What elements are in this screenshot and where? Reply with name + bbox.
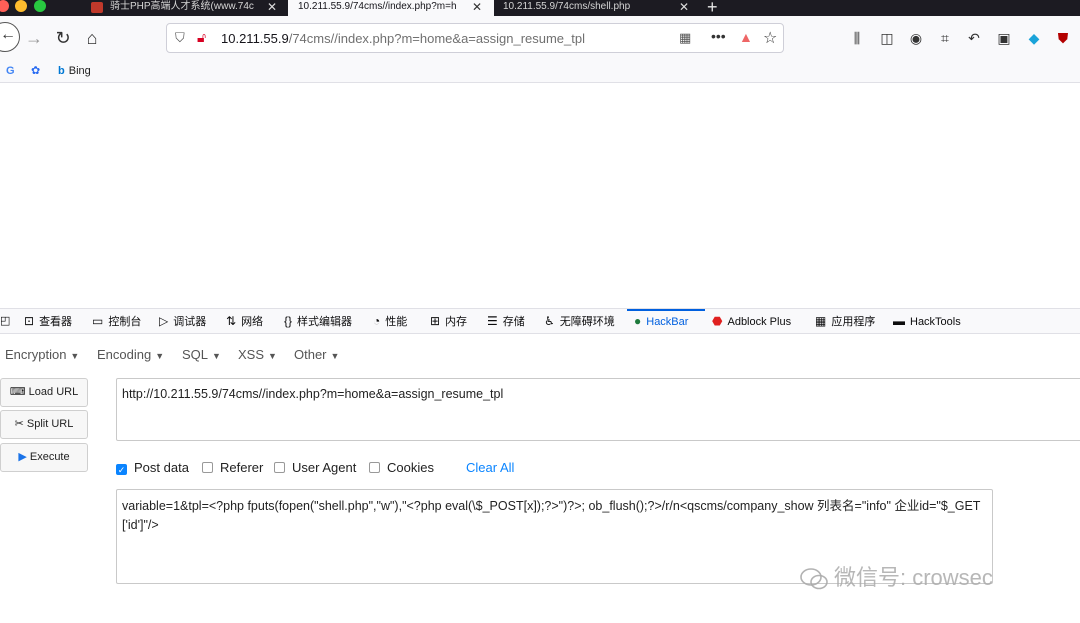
ublock-icon[interactable]: ⛊ [1054,29,1072,47]
bookmark-bing[interactable]: b Bing [58,64,91,79]
network-icon: ⇅ [226,314,237,328]
extension-cube-icon[interactable]: ◆ [1025,29,1043,47]
referer-checkbox[interactable]: Referer [202,460,263,476]
bookmarks-toolbar: G ✿ b Bing [0,61,1080,83]
devtools-tabbar: ◰ ⊡ 查看器 ▭ 控制台 ▷ 调试器 ⇅ 网络 {} 样式编辑器 ◔ 性能 ⊞ 内存 ☰ 存储… [0,308,1080,334]
bing-icon: b [58,65,65,77]
debugger-icon: ▷ [159,314,169,328]
insecure-lock-icon[interactable]: 🔓︎ [197,29,206,46]
undo-icon[interactable]: ↶ [965,29,983,47]
accessibility-icon: ♿︎ [544,314,555,328]
tab-2[interactable]: 10.211.55.9/74cms/shell.php [503,0,673,16]
watermark-text: 微信号: crowsec [834,565,993,590]
arrow-left-icon: ← [0,26,16,43]
google-icon[interactable]: G [6,64,15,79]
wechat-icon [800,568,828,590]
hackbar-menu: Encryption ▼ Encoding ▼ SQL ▼ XSS ▼ Other ▼ [0,343,1080,367]
play-icon: ▶ [18,451,27,463]
hackbar-url-input[interactable]: http://10.211.55.9/74cms//index.php?m=ho… [116,378,1080,441]
library-icon[interactable]: ⫼ [848,29,866,47]
devtab-application[interactable]: ▦ 应用程序 [815,314,875,330]
maximize-window-button[interactable] [34,0,46,12]
caret-down-icon: ▼ [155,351,165,361]
tab-strip: 骑士PHP高端人才系统(www.74c ✕ 10.211.55.9/74cms/… [0,0,1080,16]
devtab-hackbar[interactable]: ● HackBar [634,314,688,330]
devtab-inspector[interactable]: ⊡ 查看器 [24,314,72,330]
sidebar-icon[interactable]: ◫ [878,29,896,47]
post-data-checkbox[interactable]: ✓ Post data [116,460,189,476]
minimize-window-button[interactable] [15,0,27,12]
devtab-console[interactable]: ▭ 控制台 [92,314,141,330]
tab-1-close-icon[interactable]: ✕ [472,0,482,14]
scissors-icon: ✂ [14,418,24,430]
load-url-button[interactable]: ⌨ Load URL [0,378,88,407]
caret-down-icon: ▼ [70,351,80,361]
devtab-adblock[interactable]: ⬣ Adblock Plus [712,314,791,330]
address-path: /74cms//index.php?m=home&a=assign_resume… [288,31,586,46]
screenshot-icon[interactable]: ⌗ [936,29,954,47]
caret-down-icon: ▼ [212,351,221,361]
application-icon: ▦ [815,314,827,328]
devtab-network[interactable]: ⇅ 网络 [226,314,263,330]
hacktools-icon: ▬ [893,314,905,328]
caret-down-icon: ▼ [330,351,340,361]
devtab-accessibility[interactable]: ♿︎ 无障碍环境 [544,314,615,330]
menu-sql[interactable]: SQL ▼ [182,347,221,362]
hackbar-icon: ● [634,314,642,328]
tab-0[interactable]: 骑士PHP高端人才系统(www.74c [110,0,260,16]
checkmark-icon: ✓ [116,464,127,475]
execute-button[interactable]: ▶ Execute [0,443,88,472]
home-icon[interactable]: ⌂ [80,24,104,52]
devtab-debugger[interactable]: ▷ 调试器 [159,314,206,330]
forward-icon[interactable]: → [22,24,46,52]
devtab-memory[interactable]: ⊞ 内存 [430,314,467,330]
cookies-checkbox[interactable]: Cookies [369,460,434,476]
address-bar[interactable]: ⛉ 🔓︎ 10.211.55.9/74cms//index.php?m=home… [166,23,784,53]
baidu-icon[interactable]: ✿ [31,64,40,79]
caret-down-icon: ▼ [268,351,277,361]
devtab-storage[interactable]: ☰ 存储 [487,314,525,330]
reload-icon[interactable]: ↻ [51,24,75,52]
load-url-icon: ⌨ [9,386,26,398]
tab-2-close-icon[interactable]: ✕ [679,0,689,14]
menu-encryption[interactable]: Encryption ▼ [5,347,79,362]
menu-encoding[interactable]: Encoding ▼ [97,347,164,362]
navigation-bar: ← → ↻ ⌂ ⛉ 🔓︎ 10.211.55.9/74cms//index.ph… [0,16,1080,61]
tab-1-title: 10.211.55.9/74cms//index.php?m=h [298,1,457,12]
devtab-hacktools[interactable]: ▬ HackTools [893,314,961,330]
adblock-icon: ⬣ [712,314,723,328]
account-icon[interactable]: ◉ [907,29,925,47]
storage-icon: ☰ [487,314,498,328]
new-tab-icon[interactable]: + [707,0,718,16]
watermark: 微信号: crowsec [800,560,993,594]
tab-0-close-icon[interactable]: ✕ [267,0,277,14]
inspector-icon: ⊡ [24,314,35,328]
split-url-button[interactable]: ✂ Split URL [0,410,88,439]
devtab-style-editor[interactable]: {} 样式编辑器 [284,314,352,330]
pick-element-icon[interactable]: ◰ [0,314,10,329]
qr-code-icon[interactable]: ▦ [679,30,691,46]
memory-icon: ⊞ [430,314,441,328]
active-tab-indicator [627,309,705,311]
bookmark-star-icon[interactable]: ☆ [763,28,777,48]
clear-all-link[interactable]: Clear All [466,460,514,476]
close-window-button[interactable] [0,0,9,12]
extension-icon[interactable]: ▲ [739,29,753,45]
tab-1[interactable]: 10.211.55.9/74cms//index.php?m=h [288,0,494,16]
back-button[interactable]: ← [0,22,20,52]
performance-icon: ◔ [373,314,381,328]
shield-icon[interactable]: ⛉ [175,30,185,46]
console-icon: ▭ [92,314,104,328]
address-host: 10.211.55.9 [221,31,289,46]
style-editor-icon: {} [284,314,293,328]
address-text[interactable]: 10.211.55.9/74cms//index.php?m=home&a=as… [221,31,585,46]
menu-other[interactable]: Other ▼ [294,347,339,362]
page-actions-icon[interactable]: ••• [711,28,726,44]
user-agent-checkbox[interactable]: User Agent [274,460,356,476]
reader-icon[interactable]: ▣ [995,29,1013,47]
menu-xss[interactable]: XSS ▼ [238,347,277,362]
site-favicon-icon [91,2,103,13]
bookmark-bing-label: Bing [68,65,91,77]
devtab-performance[interactable]: ◔ 性能 [373,314,407,330]
